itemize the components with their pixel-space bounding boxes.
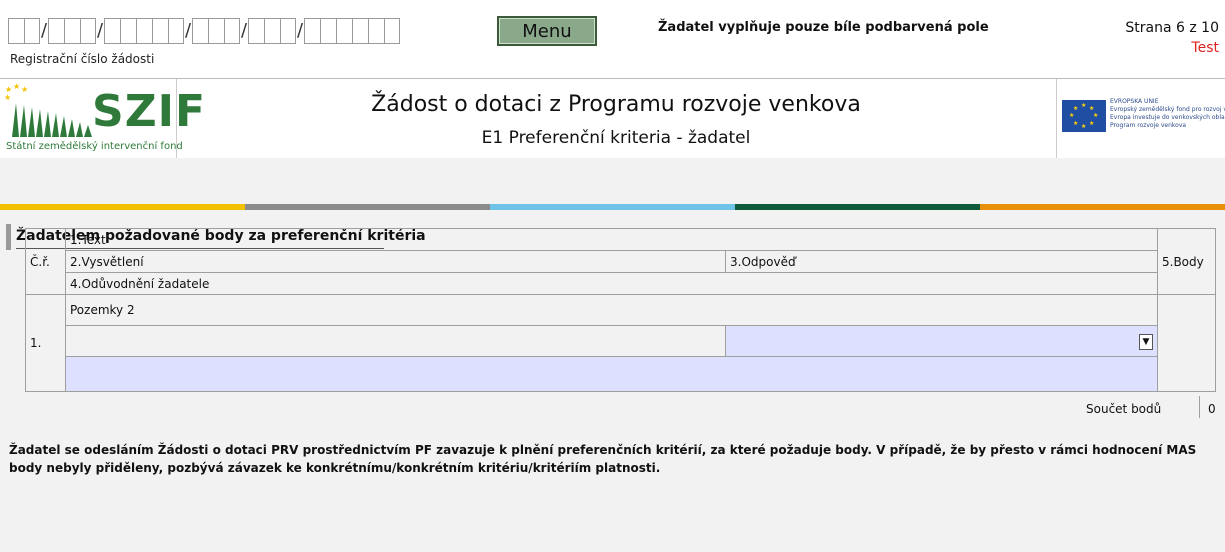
form-subtitle: E1 Preferenční kriteria - žadatel [481,128,751,148]
szif-field-icon: ★ ★ ★★ [4,83,92,137]
stripe-green [735,204,980,210]
row-points [1157,294,1216,392]
svg-text:★: ★ [1089,105,1094,112]
justification-input[interactable] [65,355,1158,393]
szif-logo: ★ ★ ★ ★ SZIF Státní zemědělský intervenční … [0,79,205,158]
col-header-text: 1.Text [65,228,1158,251]
table-row: 1. Pozemky 2 [25,294,1216,392]
stripe-blue [490,204,735,210]
szif-subtitle: Státní zemědělský intervenční fond [6,141,183,152]
svg-text:★: ★ [1081,123,1086,130]
fill-notice: Žadatel vyplňuje pouze bíle podbarvená p… [658,20,989,35]
row-number: 1. [25,294,66,392]
registration-number-fields[interactable]: / / / / / [8,18,400,44]
svg-text:★: ★ [1069,112,1074,119]
answer-select[interactable]: ▼ [725,324,1158,357]
svg-text:★: ★ [1081,102,1086,109]
stripe-gray [245,204,490,210]
eu-caption: EVROPSKÁ UNIE Evropský zemědělský fond p… [1110,98,1225,129]
col-header-row-number: Č.ř. [25,228,66,295]
stripe-yellow [0,204,245,210]
svg-text:★: ★ [1073,120,1078,127]
dropdown-arrow-icon[interactable]: ▼ [1139,333,1153,350]
points-sum-label: Součet bodů [1086,402,1162,416]
svg-text:★: ★ [13,83,20,91]
col-header-answer: 3.Odpověď [725,250,1158,273]
section-marker [6,224,11,250]
svg-text:★: ★ [1093,112,1098,119]
svg-text:★: ★ [1089,120,1094,127]
criteria-table: Č.ř. 1.Text 5.Body 2.Vysvětlení 3.Odpově… [25,228,1216,393]
registration-number-label: Registrační číslo žádosti [10,52,155,66]
commitment-statement: Žadatel se odesláním Žádosti o dotaci PR… [9,443,1197,475]
table-header-row: Č.ř. 1.Text 5.Body [25,228,1216,295]
col-header-explanation: 2.Vysvětlení [65,250,726,273]
col-header-justification: 4.Odůvodnění žadatele [65,272,1158,295]
environment-label: Test [1191,40,1219,56]
stripe-orange [980,204,1225,210]
svg-text:★: ★ [4,93,11,102]
sum-divider [1199,396,1200,418]
svg-text:★: ★ [21,85,28,94]
eu-flag-icon: ★ ★ ★ ★ ★ ★ ★ ★ [1062,100,1106,132]
menu-button[interactable]: Menu [497,16,597,46]
points-sum-value: 0 [1208,402,1216,416]
svg-text:★: ★ [1073,105,1078,112]
page-indicator: Strana 6 z 10 [1125,20,1219,36]
form-title: Žádost o dotaci z Programu rozvoje venko… [371,92,861,117]
col-header-points: 5.Body [1157,228,1216,295]
row-text: Pozemky 2 [65,294,1158,326]
row-explanation [65,324,726,357]
